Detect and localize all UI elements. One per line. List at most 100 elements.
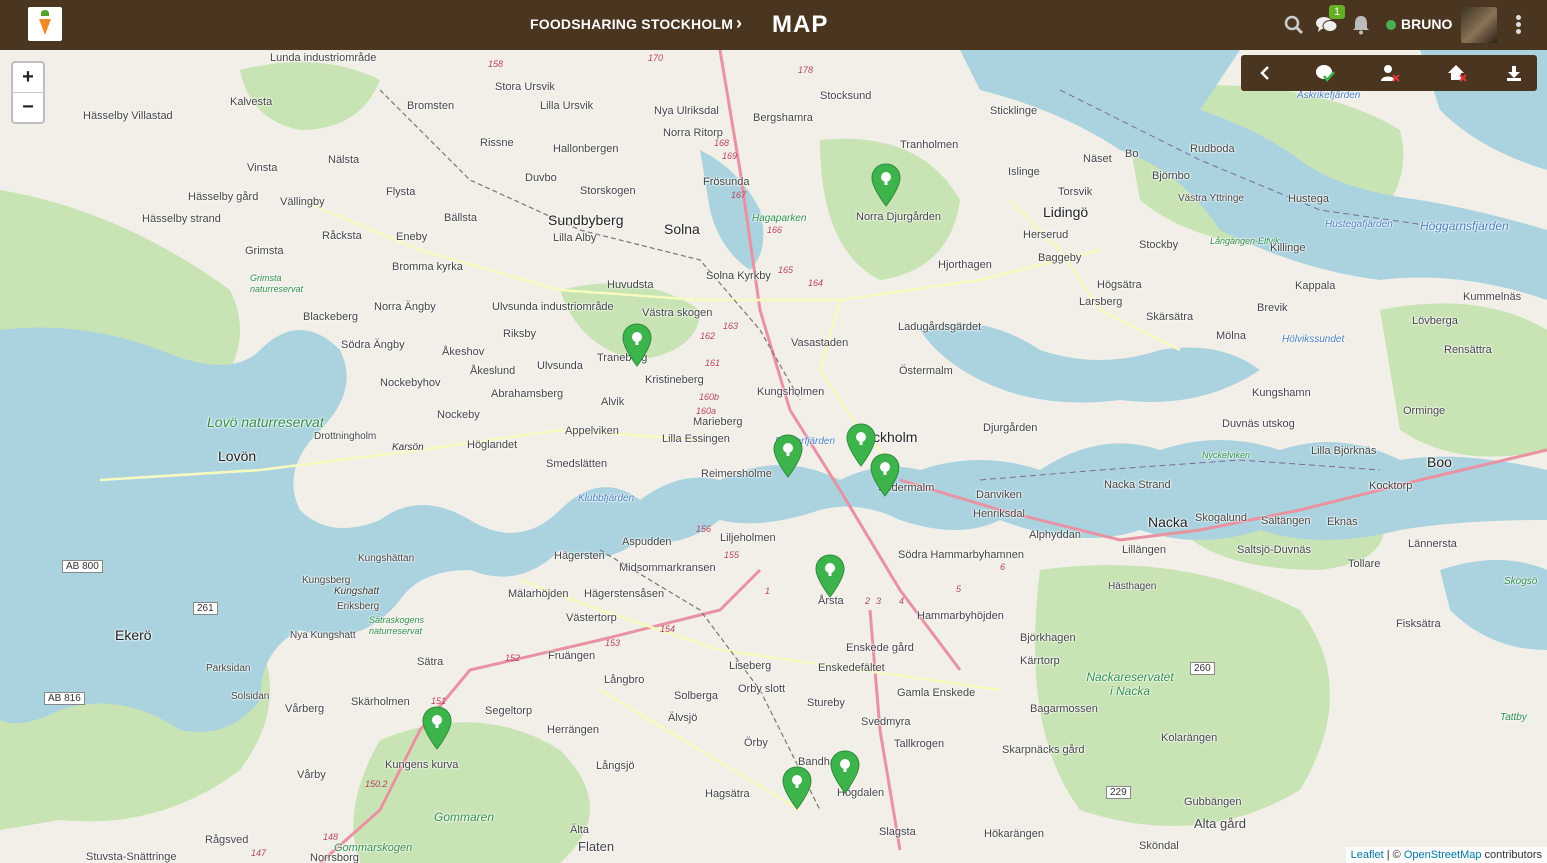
place-label: Alphyddan xyxy=(1029,529,1081,541)
map-canvas[interactable]: Lunda industriområde Stora Ursvik Kalves… xyxy=(0,50,1547,863)
nature-label: Nackareservatet i Nacka xyxy=(1086,670,1174,698)
user-remove-icon[interactable] xyxy=(1379,63,1401,83)
place-label: Östermalm xyxy=(899,365,953,377)
map-marker-icon xyxy=(422,706,452,750)
place-label: Kungshättan xyxy=(358,553,415,564)
place-label: Enskede gård xyxy=(846,642,914,654)
place-label: Sundbyberg xyxy=(548,212,624,228)
place-label: Flaten xyxy=(578,839,615,854)
road-number: 6 xyxy=(1000,562,1006,572)
bell-icon[interactable] xyxy=(1350,14,1372,36)
road-number: 163 xyxy=(723,321,739,331)
breadcrumb-region[interactable]: FOODSHARING STOCKHOLM xyxy=(530,16,733,32)
place-label: Saltsjö-Duvnäs xyxy=(1237,544,1311,556)
food-share-point-marker[interactable] xyxy=(622,323,652,367)
place-label: Råcksta xyxy=(322,230,362,242)
place-label: Hustega xyxy=(1288,193,1329,205)
place-label: Nälsta xyxy=(328,154,360,166)
food-share-point-marker[interactable] xyxy=(815,554,845,598)
road-number: 150.2 xyxy=(365,779,388,789)
place-label: Örby xyxy=(744,737,768,749)
leaflet-link[interactable]: Leaflet xyxy=(1351,849,1384,861)
download-icon[interactable] xyxy=(1503,63,1525,83)
place-label: Norra Djurgården xyxy=(856,211,941,223)
place-label: Näset xyxy=(1083,153,1112,165)
place-label: Appelviken xyxy=(565,425,619,437)
place-label: Eknäs xyxy=(1327,516,1358,528)
road-number: 178 xyxy=(798,65,814,75)
place-label: Solsidan xyxy=(231,691,270,702)
avatar[interactable] xyxy=(1461,7,1497,43)
zoom-control: + − xyxy=(11,61,45,124)
map-marker-icon xyxy=(830,750,860,794)
osm-link[interactable]: OpenStreetMap xyxy=(1404,849,1482,861)
place-label: Norra Ängby xyxy=(374,301,436,313)
road-number: 152 xyxy=(505,653,521,663)
place-label: Rågsved xyxy=(205,834,249,846)
place-label: Västertorp xyxy=(566,612,617,624)
place-label: Henriksdal xyxy=(973,508,1025,520)
place-label: Stocksund xyxy=(820,90,872,102)
place-label: Nockebyhov xyxy=(380,377,441,389)
zoom-in-button[interactable]: + xyxy=(13,63,43,92)
food-share-point-marker[interactable] xyxy=(870,453,900,497)
kebab-menu-icon[interactable] xyxy=(1514,14,1522,36)
road-number: 168 xyxy=(714,138,730,148)
place-label: Bällsta xyxy=(444,212,478,224)
place-label: Kolarängen xyxy=(1161,732,1218,744)
place-label: Skärholmen xyxy=(351,696,410,708)
place-label: Islinge xyxy=(1008,166,1040,178)
home-remove-icon[interactable] xyxy=(1446,63,1468,83)
place-label: Eneby xyxy=(396,231,428,243)
food-share-point-marker[interactable] xyxy=(422,706,452,750)
place-label: Parksidan xyxy=(206,663,251,674)
place-label: Älta xyxy=(570,824,589,836)
place-label: Orminge xyxy=(1403,405,1446,417)
place-label: Liljeholmen xyxy=(720,532,776,544)
place-label: Björkhagen xyxy=(1020,632,1076,644)
water-label: Skogsö xyxy=(1504,576,1538,587)
place-label: Killinge xyxy=(1270,242,1306,254)
food-share-point-marker[interactable] xyxy=(871,163,901,207)
place-label: Solna xyxy=(664,221,700,237)
nature-label: Lovö naturreservat xyxy=(207,414,324,430)
food-share-point-marker[interactable] xyxy=(830,750,860,794)
place-label: Reimersholme xyxy=(701,468,772,480)
place-label: Kungens kurva xyxy=(385,759,459,771)
place-label: Hägersten xyxy=(554,550,605,562)
map-marker-check-icon[interactable] xyxy=(1314,63,1336,83)
place-label: Nacka Strand xyxy=(1104,479,1171,491)
place-label: Svedmyra xyxy=(861,716,911,728)
place-label: Ulvsunda industriområde xyxy=(492,301,614,313)
road-number: 158 xyxy=(488,59,504,69)
place-label: Skärsätra xyxy=(1146,311,1194,323)
chevron-left-icon[interactable] xyxy=(1254,63,1276,83)
road-number: 156 xyxy=(696,524,712,534)
place-label: Marieberg xyxy=(693,416,743,428)
zoom-out-button[interactable]: − xyxy=(13,92,43,122)
place-label: Midsommarkransen xyxy=(619,562,716,574)
food-share-point-marker[interactable] xyxy=(773,434,803,478)
search-icon[interactable] xyxy=(1283,14,1305,36)
attribution-separator: | © xyxy=(1383,849,1404,861)
place-label: Lilla Alby xyxy=(553,232,597,244)
road-number: 167 xyxy=(731,190,747,200)
place-label: Åkeslund xyxy=(470,365,516,377)
map-marker-icon xyxy=(622,323,652,367)
water-label: Nyckelviken xyxy=(1202,450,1251,460)
place-label: Björnbo xyxy=(1152,170,1190,182)
road-number: 151 xyxy=(431,696,447,706)
brand-logo[interactable] xyxy=(28,7,62,41)
user-name[interactable]: BRUNO xyxy=(1401,16,1452,32)
place-label: Alvik xyxy=(601,396,625,408)
road-number: 161 xyxy=(705,358,721,368)
place-label: Långbro xyxy=(604,674,645,686)
place-label: Mölna xyxy=(1216,330,1246,342)
place-label: Aspudden xyxy=(622,536,672,548)
map-marker-icon xyxy=(870,453,900,497)
road-number: 162 xyxy=(700,331,716,341)
place-label: Larsberg xyxy=(1079,296,1123,308)
place-label: Liseberg xyxy=(729,660,772,672)
food-share-point-marker[interactable] xyxy=(782,766,812,810)
place-label: Lövberga xyxy=(1412,315,1458,327)
